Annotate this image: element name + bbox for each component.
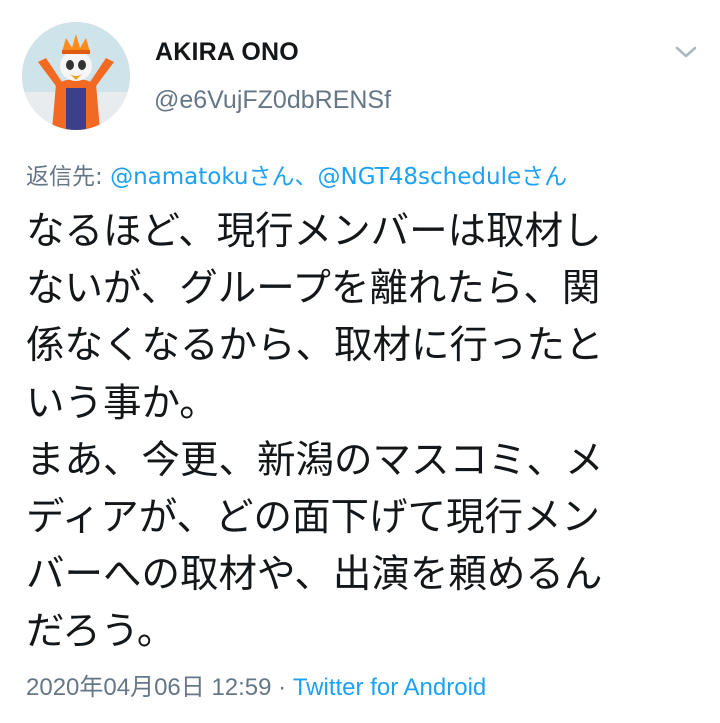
chevron-down-icon[interactable] — [672, 40, 700, 64]
mention-link[interactable]: @NGT48schedule — [318, 164, 522, 190]
reply-context: 返信先: @namatokuさん、@NGT48scheduleさん — [26, 157, 567, 191]
reply-prefix: 返信先: — [26, 164, 111, 190]
tweet-line: いう事か。 — [26, 380, 218, 426]
tweet-line: バーへの取材や、出演を頼めるん — [26, 552, 603, 598]
tweet-line: ないが、グループを離れたら、関 — [26, 266, 601, 312]
tweet-line: なるほど、現行メンバーは取材し — [26, 209, 602, 254]
tweet-meta: 2020年04月06日 12:59 · Twitter for Android — [26, 667, 486, 702]
author-handle[interactable]: @e6VujFZ0dbRENSf — [154, 86, 391, 115]
tweet-text: なるほど、現行メンバーは取材し ないが、グループを離れたら、関 係なくなるから、… — [26, 203, 698, 661]
mention-suffix[interactable]: さん、 — [249, 164, 318, 190]
mascot-avatar-icon — [22, 22, 130, 130]
meta-separator: · — [271, 674, 293, 701]
source-link[interactable]: Twitter for Android — [293, 674, 486, 701]
mention-link[interactable]: @namatoku — [110, 164, 248, 190]
timestamp[interactable]: 2020年04月06日 12:59 — [26, 674, 272, 701]
tweet-line: まあ、今更、新潟のマスコミ、メ — [26, 437, 604, 483]
tweet-line: ディアが、どの面下げて現行メン — [26, 495, 601, 541]
author-name[interactable]: AKIRA ONO — [155, 38, 299, 67]
mention-suffix[interactable]: さん — [521, 164, 567, 190]
avatar[interactable] — [22, 22, 130, 130]
tweet-line: だろう。 — [26, 609, 176, 655]
tweet-line: 係なくなるから、取材に行ったと — [26, 323, 604, 369]
